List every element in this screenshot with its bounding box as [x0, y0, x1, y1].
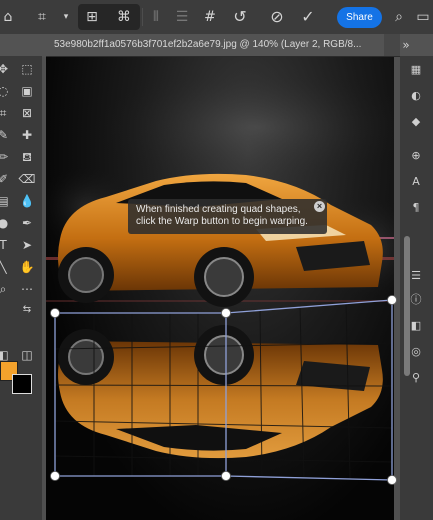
warp-handle[interactable] [221, 308, 231, 318]
canvas-scrollbar[interactable] [404, 236, 410, 376]
warp-handle[interactable] [387, 295, 397, 305]
paths-icon[interactable]: ⚲ [408, 370, 424, 386]
panel-icon[interactable]: ▦ [408, 62, 424, 78]
warp-handle[interactable] [50, 471, 60, 481]
channels-icon[interactable]: ◎ [408, 344, 424, 360]
tooltip-line-1: When finished creating quad shapes, [136, 204, 301, 215]
info-icon[interactable]: ⓘ [408, 292, 424, 308]
properties-icon[interactable]: ☰ [408, 268, 424, 284]
type-panel-icon[interactable]: A [408, 174, 424, 190]
warp-handle[interactable] [50, 308, 60, 318]
close-icon[interactable]: × [314, 201, 325, 212]
tooltip-line-2: click the Warp button to begin warping. [136, 216, 308, 227]
warp-hint-tooltip: When finished creating quad shapes, clic… [128, 199, 327, 234]
paragraph-panel-icon[interactable]: ¶ [408, 200, 424, 216]
warp-handle[interactable] [221, 471, 231, 481]
quad-warp-grid[interactable] [0, 0, 433, 520]
layers-icon[interactable]: ◧ [408, 318, 424, 334]
color-panel-icon[interactable]: ◐ [408, 88, 424, 104]
warp-handle[interactable] [387, 475, 397, 485]
swatches-icon[interactable]: ◆ [408, 114, 424, 130]
adjustments-icon[interactable]: ⊕ [408, 148, 424, 164]
